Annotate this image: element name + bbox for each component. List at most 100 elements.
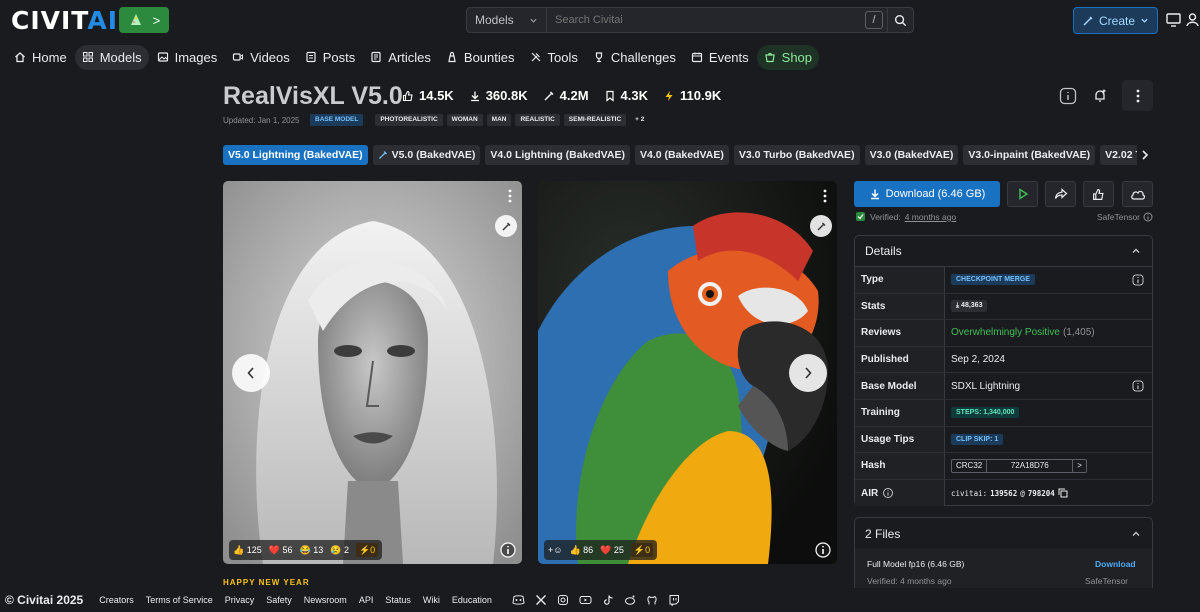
kebab-menu-icon[interactable] [823, 189, 827, 203]
footer-link[interactable]: API [359, 595, 374, 605]
version-tab[interactable]: V4.0 Lightning (BakedVAE) [485, 145, 630, 165]
reviews-link[interactable]: Overwhelmingly Positive [951, 327, 1060, 338]
tag[interactable]: SEMI-REALISTIC [563, 114, 627, 126]
home-icon [15, 52, 25, 63]
search-scope-select[interactable]: Models [467, 8, 547, 32]
reddit-icon[interactable] [624, 594, 636, 606]
like-reaction[interactable]: 👍 125 [233, 545, 262, 556]
kebab-menu-icon[interactable] [508, 189, 512, 203]
twitch-icon[interactable] [668, 594, 680, 606]
version-tab[interactable]: V5.0 (BakedVAE) [372, 145, 481, 165]
monitor-icon[interactable] [1165, 11, 1182, 28]
more-tags-button[interactable]: + 2 [630, 114, 649, 126]
nav-images[interactable]: Images [150, 45, 225, 70]
info-icon[interactable] [1132, 380, 1144, 392]
model-info-button[interactable] [1052, 80, 1083, 111]
nav-posts[interactable]: Posts [298, 45, 363, 70]
footer-link[interactable]: Education [452, 595, 492, 605]
file-verified: Verified: 4 months ago [867, 576, 952, 586]
heart-reaction[interactable]: ❤️ 56 [269, 545, 293, 556]
generate-button[interactable] [1007, 181, 1038, 207]
heart-reaction[interactable]: ❤️ 25 [600, 545, 624, 556]
nav-videos[interactable]: Videos [225, 45, 297, 70]
x-twitter-icon[interactable] [535, 594, 547, 606]
tag[interactable]: WOMAN [446, 114, 483, 126]
footer-link[interactable]: Safety [266, 595, 292, 605]
buzz-tip[interactable]: ⚡0 [630, 543, 654, 557]
discord-icon[interactable] [512, 594, 525, 606]
user-icon[interactable] [1184, 11, 1200, 28]
more-options-button[interactable] [1122, 80, 1153, 111]
nav-models[interactable]: Models [74, 44, 149, 70]
youtube-icon[interactable] [579, 594, 592, 606]
remix-button[interactable] [495, 215, 517, 237]
reaction-count: 56 [282, 544, 293, 555]
verified-time-link[interactable]: 4 months ago [905, 212, 957, 222]
hash-next-button[interactable]: > [1073, 460, 1086, 472]
tag[interactable]: REALISTIC [515, 114, 560, 126]
file-download-link[interactable]: Download [1095, 559, 1136, 569]
nav-challenges[interactable]: Challenges [586, 45, 683, 70]
download-button[interactable]: Download (6.46 GB) [854, 181, 1000, 207]
version-tab[interactable]: V3.0 Turbo (BakedVAE) [733, 145, 860, 165]
notify-button[interactable] [1085, 80, 1116, 111]
details-header[interactable]: Details [855, 236, 1152, 267]
reaction-count: 2 [343, 544, 349, 555]
footer-link[interactable]: Status [385, 595, 411, 605]
search-button[interactable] [887, 8, 913, 32]
promo-button[interactable]: > [119, 7, 169, 33]
posts-icon [306, 51, 316, 63]
carousel-prev-button[interactable] [232, 354, 270, 392]
instagram-icon[interactable] [557, 594, 569, 606]
bookmark-cloud-button[interactable] [1122, 181, 1153, 207]
hash-value[interactable]: 72A18D76 [987, 459, 1074, 472]
shield-check-icon [856, 212, 865, 221]
civitai-logo[interactable]: CIVITAI [11, 8, 118, 33]
nav-home[interactable]: Home [7, 45, 74, 70]
version-tab[interactable]: V5.0 Lightning (BakedVAE) [223, 145, 368, 165]
info-icon[interactable] [1132, 274, 1144, 286]
nav-articles[interactable]: Articles [363, 45, 438, 70]
like-reaction[interactable]: 👍 86 [569, 545, 593, 556]
files-header[interactable]: 2 Files [855, 518, 1152, 549]
nav-shop[interactable]: Shop [756, 44, 820, 70]
tag[interactable]: MAN [486, 114, 512, 126]
remix-button[interactable] [810, 215, 832, 237]
verified-label: Verified: [870, 211, 901, 222]
search-input[interactable] [547, 8, 865, 32]
gallery-image[interactable]: 👍 125 ❤️ 56 😂 13 😢 2 ⚡0 [223, 181, 522, 564]
create-button[interactable]: Create [1073, 7, 1158, 34]
footer-link[interactable]: Creators [99, 595, 134, 605]
version-tab[interactable]: V3.0-inpaint (BakedVAE) [963, 145, 1096, 165]
version-tab[interactable]: V4.0 (BakedVAE) [635, 145, 729, 165]
share-button[interactable] [1045, 181, 1076, 207]
footer-link[interactable]: Wiki [423, 595, 440, 605]
detail-row-published: Published Sep 2, 2024 [855, 346, 1152, 374]
nav-bounties[interactable]: Bounties [439, 45, 522, 70]
gallery-image[interactable]: +☺ 👍 86 ❤️ 25 ⚡0 [538, 181, 837, 564]
buzz-tip[interactable]: ⚡0 [355, 543, 379, 557]
info-icon[interactable] [882, 487, 894, 499]
info-icon[interactable] [500, 542, 516, 558]
info-icon[interactable] [1143, 212, 1153, 222]
github-icon[interactable] [646, 594, 658, 606]
footer-link[interactable]: Terms of Service [146, 595, 213, 605]
like-button[interactable] [1083, 181, 1114, 207]
hash-algo[interactable]: CRC32 [952, 459, 988, 472]
add-reaction-button[interactable]: +☺ [548, 545, 562, 555]
versions-scroll-right[interactable] [1137, 145, 1153, 165]
info-icon[interactable] [815, 542, 831, 558]
carousel-next-button[interactable] [789, 354, 827, 392]
nav-tools[interactable]: Tools [523, 45, 585, 70]
cry-reaction[interactable]: 😢 2 [330, 545, 349, 556]
tag[interactable]: PHOTOREALISTIC [375, 114, 443, 126]
tiktok-icon[interactable] [602, 594, 614, 606]
version-tab[interactable]: V3.0 (BakedVAE) [864, 145, 959, 165]
copy-icon[interactable] [1058, 488, 1068, 498]
detail-key: Type [855, 267, 945, 293]
chevron-up-icon [1132, 531, 1140, 536]
footer-link[interactable]: Privacy [225, 595, 255, 605]
footer-link[interactable]: Newsroom [304, 595, 347, 605]
nav-events[interactable]: Events [684, 45, 756, 70]
laugh-reaction[interactable]: 😂 13 [299, 545, 323, 556]
